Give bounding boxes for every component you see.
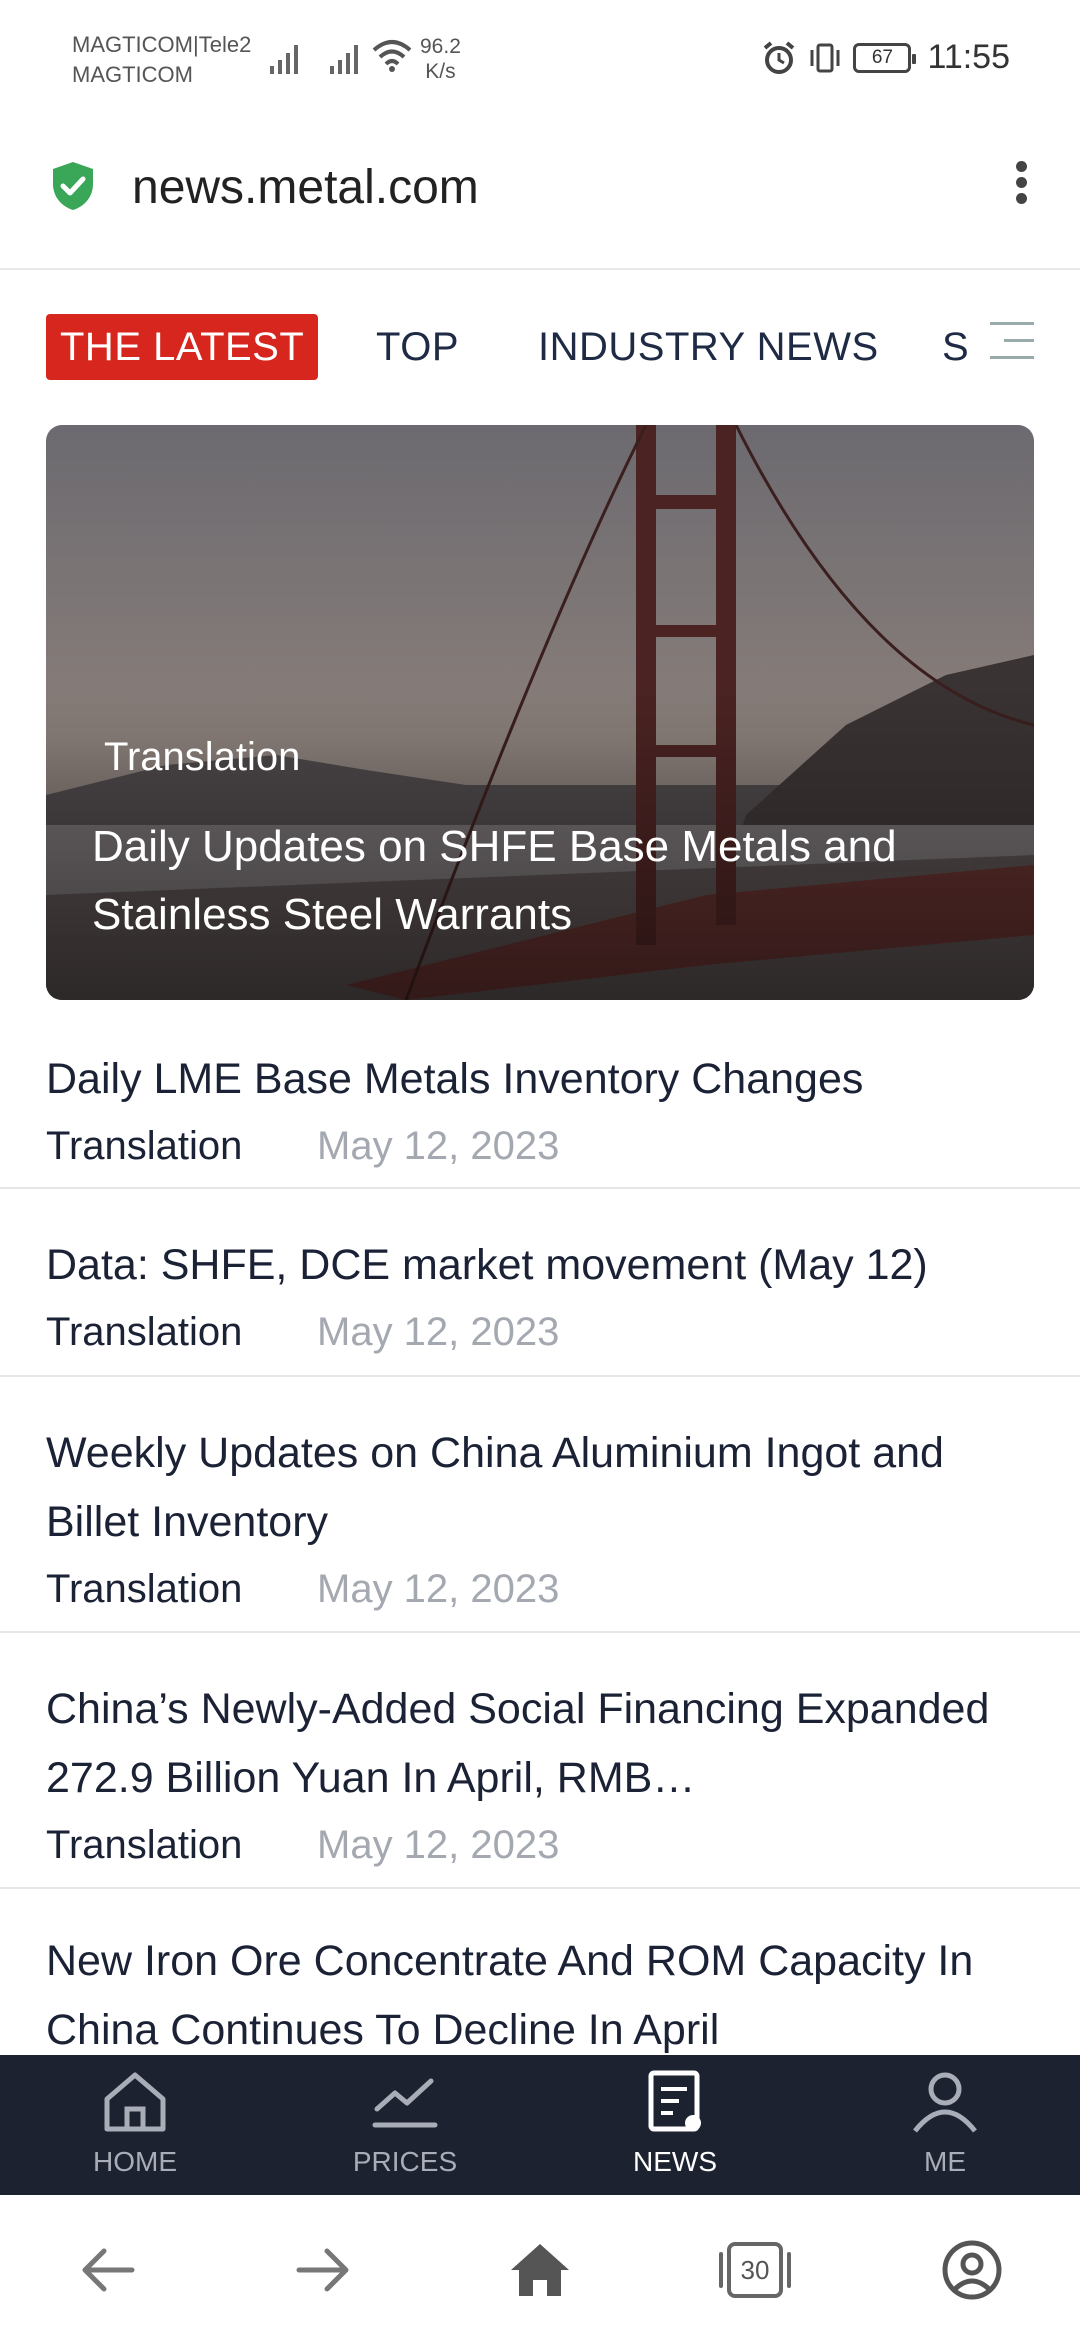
- user-icon: [913, 2072, 977, 2133]
- net-speed: 96.2 K/s: [420, 34, 461, 84]
- hero-title: Daily Updates on SHFE Base Metals and St…: [92, 822, 897, 939]
- news-list: Daily LME Base Metals Inventory Changes …: [0, 1015, 1080, 2089]
- list-item[interactable]: Data: SHFE, DCE market movement (May 12)…: [0, 1189, 1080, 1377]
- status-bar: MAGTICOM|Tele2 MAGTICOM 96.2 K/s 67 11:5…: [0, 0, 1080, 120]
- news-meta: Translation May 12, 2023: [0, 1557, 1080, 1619]
- carrier-line-2: MAGTICOM: [72, 62, 193, 87]
- tab-s[interactable]: S: [942, 314, 969, 380]
- arrow-left-icon: [82, 2248, 135, 2292]
- hero-source-label: Translation: [104, 735, 301, 779]
- chart-icon: [372, 2078, 438, 2128]
- news-title: China’s Newly-Added Social Financing Exp…: [46, 1685, 990, 1802]
- news-date: May 12, 2023: [317, 1567, 560, 1611]
- tab-industry-news[interactable]: INDUSTRY NEWS: [538, 314, 879, 380]
- net-speed-value: 96.2: [420, 35, 461, 58]
- news-date: May 12, 2023: [317, 1124, 560, 1168]
- category-tabs: THE LATEST TOP INDUSTRY NEWS S: [0, 300, 1080, 390]
- secure-shield-icon[interactable]: [50, 160, 96, 212]
- carrier-line-1: MAGTICOM|Tele2: [72, 32, 252, 57]
- news-date: May 12, 2023: [317, 1310, 560, 1354]
- browser-home-button[interactable]: [500, 2235, 580, 2305]
- nav-news[interactable]: NEWS: [540, 2055, 810, 2195]
- news-meta: Translation May 12, 2023: [0, 1813, 1080, 1875]
- news-title: Data: SHFE, DCE market movement (May 12): [46, 1241, 928, 1289]
- news-title: New Iron Ore Concentrate And ROM Capacit…: [46, 1937, 974, 2054]
- alarm-icon: [764, 40, 795, 74]
- signal-icon: [330, 45, 358, 74]
- nav-prices[interactable]: PRICES: [270, 2055, 540, 2195]
- tab-count: 30: [740, 2255, 770, 2285]
- list-item[interactable]: Weekly Updates on China Aluminium Ingot …: [0, 1377, 1080, 1633]
- list-item[interactable]: Daily LME Base Metals Inventory Changes …: [0, 1015, 1080, 1189]
- home-icon: [104, 2072, 166, 2132]
- net-speed-unit: K/s: [425, 60, 456, 83]
- tab-menu-icon[interactable]: [990, 322, 1034, 366]
- nav-me-label: ME: [924, 2146, 966, 2177]
- news-title: Weekly Updates on China Aluminium Ingot …: [46, 1429, 944, 1546]
- news-source: Translation: [46, 1567, 243, 1611]
- home-icon: [511, 2244, 569, 2296]
- news-meta: Translation May 12, 2023: [0, 1114, 1080, 1176]
- news-source: Translation: [46, 1823, 243, 1867]
- nav-me[interactable]: ME: [810, 2055, 1080, 2195]
- nav-prices-label: PRICES: [352, 2146, 458, 2177]
- news-source: Translation: [46, 1124, 243, 1168]
- url-text[interactable]: news.metal.com: [132, 160, 479, 215]
- list-item[interactable]: China’s Newly-Added Social Financing Exp…: [0, 1633, 1080, 1889]
- carrier-info: MAGTICOM|Tele2 MAGTICOM: [72, 30, 251, 90]
- nav-home-label: HOME: [93, 2146, 177, 2177]
- signal-icon: [270, 45, 298, 74]
- forward-button[interactable]: [283, 2235, 363, 2305]
- status-right: 67 11:55: [761, 38, 1010, 77]
- status-time: 11:55: [927, 38, 1010, 76]
- browser-url-bar: news.metal.com: [0, 120, 1080, 270]
- news-title: Daily LME Base Metals Inventory Changes: [46, 1055, 864, 1103]
- back-button[interactable]: [68, 2235, 148, 2305]
- battery-indicator: 67: [853, 42, 917, 73]
- tab-top[interactable]: TOP: [376, 314, 459, 380]
- vibrate-icon: [810, 43, 840, 72]
- nav-news-label: NEWS: [633, 2146, 717, 2177]
- news-icon: [648, 2070, 701, 2132]
- hero-article[interactable]: Translation Daily Updates on SHFE Base M…: [46, 425, 1034, 1000]
- tabs-button[interactable]: 30: [715, 2235, 795, 2305]
- more-options-icon[interactable]: [1006, 156, 1036, 216]
- wifi-icon: [372, 40, 412, 72]
- news-date: May 12, 2023: [317, 1823, 560, 1867]
- nav-home[interactable]: HOME: [0, 2055, 270, 2195]
- browser-bottom-bar: 30: [0, 2195, 1080, 2340]
- tab-the-latest[interactable]: THE LATEST: [46, 314, 319, 380]
- arrow-right-icon: [296, 2248, 349, 2292]
- account-button[interactable]: [932, 2235, 1012, 2305]
- news-source: Translation: [46, 1310, 243, 1354]
- news-meta: Translation May 12, 2023: [0, 1300, 1080, 1362]
- app-bottom-nav: HOME PRICES NEWS ME: [0, 2055, 1080, 2195]
- account-icon: [942, 2240, 1002, 2300]
